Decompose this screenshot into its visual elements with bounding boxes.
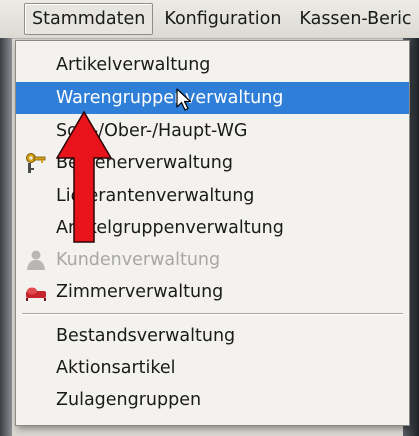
menu-item-bestandsverwaltung[interactable]: Bestandsverwaltung xyxy=(16,320,409,352)
menu-item-label: Zimmerverwaltung xyxy=(56,282,224,302)
menu-item-aktionsartikel[interactable]: Aktionsartikel xyxy=(16,352,409,384)
menu-item-label: Bestandsverwaltung xyxy=(56,326,236,346)
menu-item-artikelgruppenverwaltung[interactable]: Artikelgruppenverwaltung xyxy=(16,212,409,244)
menu-item-artikelverwaltung[interactable]: Artikelverwaltung xyxy=(16,49,409,81)
background-window xyxy=(0,38,12,436)
menu-stammdaten[interactable]: Stammdaten xyxy=(24,3,154,35)
mouse-cursor-icon xyxy=(176,88,192,111)
customer-icon xyxy=(27,250,45,270)
menu-item-label: Bedienerverwaltung xyxy=(56,153,233,173)
menu-item-zimmerverwaltung[interactable]: Zimmerverwaltung xyxy=(16,276,409,308)
menu-item-label: Sort-/Ober-/Haupt-WG xyxy=(56,121,248,141)
menu-item-sort-ober-haupt-wg[interactable]: Sort-/Ober-/Haupt-WG xyxy=(16,115,409,147)
menu-item-label: Artikelverwaltung xyxy=(56,55,211,75)
menu-kassen-berichte[interactable]: Kassen-Beric xyxy=(292,4,418,34)
keys-icon xyxy=(26,153,46,173)
menu-konfiguration[interactable]: Konfiguration xyxy=(157,4,288,34)
menu-item-label: Zulagengruppen xyxy=(56,390,202,410)
menu-item-label: Lieferantenverwaltung xyxy=(56,186,255,206)
menu-item-label: Artikelgruppenverwaltung xyxy=(56,218,284,238)
menu-item-label: Kundenverwaltung xyxy=(56,250,221,270)
menu-item-zulagengruppen[interactable]: Zulagengruppen xyxy=(16,384,409,416)
menu-item-bedienerverwaltung[interactable]: Bedienerverwaltung xyxy=(16,147,409,179)
menu-item-warengruppenverwaltung[interactable]: Warengruppenverwaltung xyxy=(16,82,409,114)
stammdaten-dropdown-menu: Artikelverwaltung Warengruppenverwaltung… xyxy=(15,40,410,426)
menu-item-label: Warengruppenverwaltung xyxy=(56,88,284,108)
menu-item-label: Aktionsartikel xyxy=(56,358,176,378)
menu-bar: Stammdaten Konfiguration Kassen-Beric xyxy=(0,0,419,39)
menu-item-kundenverwaltung[interactable]: Kundenverwaltung xyxy=(16,244,409,276)
menu-separator xyxy=(22,313,403,315)
bed-icon xyxy=(26,287,46,301)
menu-item-lieferantenverwaltung[interactable]: Lieferantenverwaltung xyxy=(16,180,409,212)
